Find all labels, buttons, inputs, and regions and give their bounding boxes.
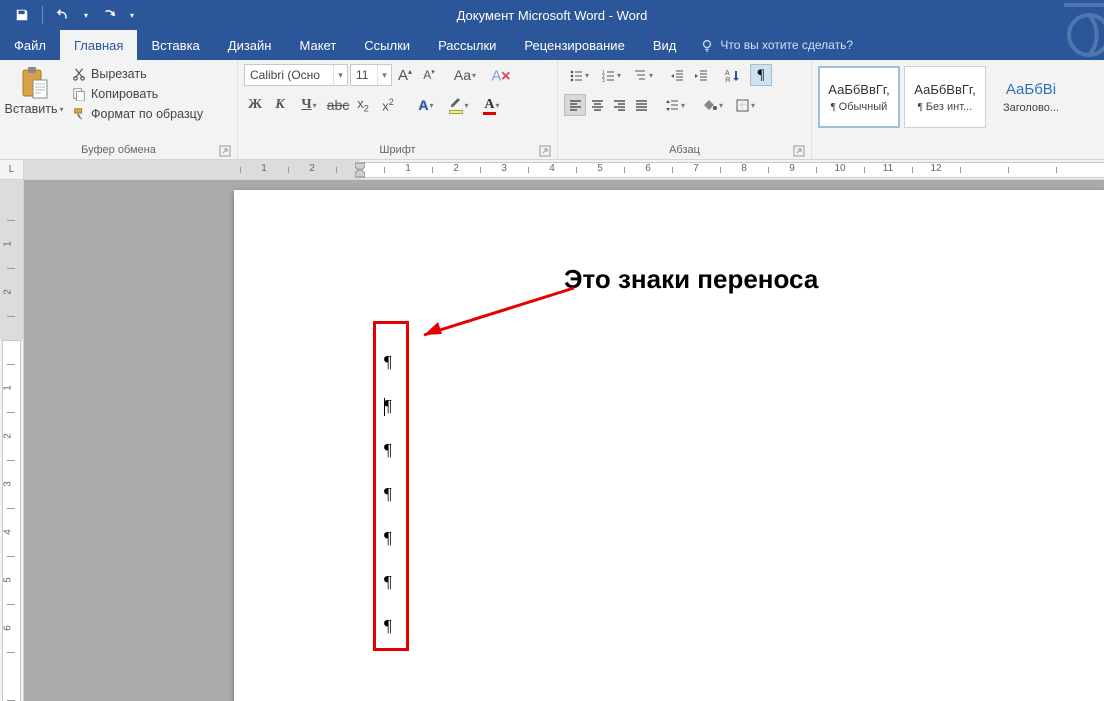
undo-history-dropdown[interactable]: ▾ [79, 2, 93, 28]
ribbon: Вставить▾ Вырезать Копировать Формат по … [0, 60, 1104, 160]
group-font: Calibri (Осно▾ 11▾ A▴ A▾ Aa▾ A Ж К Ч▾ ab… [238, 60, 558, 159]
align-left-button[interactable] [564, 94, 586, 116]
font-size-combo[interactable]: 11▾ [350, 64, 392, 86]
multilevel-list-button[interactable]: ▾ [628, 64, 658, 86]
format-painter-button[interactable]: Формат по образцу [66, 104, 209, 124]
style-preview: АаБбВі [1006, 81, 1056, 98]
window-title: Документ Microsoft Word - Word [457, 8, 648, 23]
tab-file[interactable]: Файл [0, 30, 60, 60]
align-right-button[interactable] [608, 94, 630, 116]
qat-customize-dropdown[interactable]: ▾ [125, 2, 139, 28]
ribbon-tabs: Файл Главная Вставка Дизайн Макет Ссылки… [0, 30, 1104, 60]
font-name-combo[interactable]: Calibri (Осно▾ [244, 64, 348, 86]
tab-review[interactable]: Рецензирование [510, 30, 638, 60]
quick-access-toolbar: ▾ ▾ [0, 2, 139, 28]
group-paragraph-label: Абзац [669, 144, 700, 156]
superscript-button[interactable]: x2 [377, 94, 399, 116]
format-painter-label: Формат по образцу [91, 107, 203, 121]
tab-insert[interactable]: Вставка [137, 30, 213, 60]
tab-mailings[interactable]: Рассылки [424, 30, 510, 60]
group-clipboard-label: Буфер обмена [81, 144, 156, 156]
style-preview: АаБбВвГг, [828, 82, 889, 97]
tell-me-search[interactable]: Что вы хотите сделать? [700, 30, 853, 60]
line-spacing-button[interactable]: ▾ [660, 94, 690, 116]
cut-label: Вырезать [91, 67, 147, 81]
decrease-indent-button[interactable] [666, 64, 688, 86]
cut-button[interactable]: Вырезать [66, 64, 209, 84]
sort-button[interactable]: AЯ [720, 64, 742, 86]
text-effects-button[interactable]: A▾ [411, 94, 441, 116]
shrink-font-button[interactable]: A▾ [418, 64, 440, 86]
svg-text:Я: Я [725, 77, 730, 83]
justify-button[interactable] [630, 94, 652, 116]
workspace: L 21123456789101112 21123456 ¶¶¶¶¶¶¶ Это… [0, 160, 1104, 701]
group-font-label: Шрифт [379, 144, 415, 156]
strikethrough-button[interactable]: abc [327, 94, 349, 116]
style-name: Без инт... [926, 101, 972, 113]
clear-formatting-button[interactable]: A [490, 64, 512, 86]
italic-button[interactable]: К [269, 94, 291, 116]
style-preview: АаБбВвГг, [914, 82, 975, 97]
copy-button[interactable]: Копировать [66, 84, 209, 104]
vertical-ruler[interactable]: 21123456 [0, 180, 24, 701]
tab-layout[interactable]: Макет [285, 30, 350, 60]
style-name: Обычный [839, 101, 888, 113]
style-no-spacing[interactable]: АаБбВвГг, ¶Без инт... [904, 66, 986, 128]
horizontal-ruler[interactable]: 21123456789101112 [24, 160, 1104, 180]
group-paragraph: ▾ 123▾ ▾ AЯ ¶ ▾ [558, 60, 812, 159]
show-hide-marks-button[interactable]: ¶ [750, 64, 772, 86]
font-color-button[interactable]: A▾ [477, 94, 507, 116]
annotation-label: Это знаки переноса [564, 264, 818, 295]
svg-text:A: A [491, 68, 502, 85]
tab-home[interactable]: Главная [60, 30, 137, 60]
clipboard-launcher[interactable] [219, 145, 231, 157]
tab-design[interactable]: Дизайн [214, 30, 286, 60]
tab-references[interactable]: Ссылки [350, 30, 424, 60]
font-name-value: Calibri (Осно [250, 68, 320, 82]
paste-label: Вставить [5, 102, 58, 116]
copy-label: Копировать [91, 87, 158, 101]
shading-button[interactable]: ▾ [698, 94, 728, 116]
annotation-box [373, 321, 409, 651]
change-case-button[interactable]: Aa▾ [450, 64, 480, 86]
style-name: Заголово... [1003, 102, 1059, 114]
highlight-color-button[interactable]: ▾ [444, 94, 474, 116]
annotation-arrow [404, 280, 594, 350]
tab-view[interactable]: Вид [639, 30, 691, 60]
document-area[interactable]: ¶¶¶¶¶¶¶ Это знаки переноса [24, 180, 1104, 701]
subscript-button[interactable]: x2 [352, 94, 374, 116]
numbering-button[interactable]: 123▾ [596, 64, 626, 86]
tell-me-placeholder: Что вы хотите сделать? [720, 38, 853, 52]
svg-text:A: A [725, 70, 730, 77]
qat-separator [42, 6, 43, 24]
title-bar: ▾ ▾ Документ Microsoft Word - Word [0, 0, 1104, 30]
paragraph-launcher[interactable] [793, 145, 805, 157]
align-center-button[interactable] [586, 94, 608, 116]
paste-button[interactable]: Вставить▾ [6, 64, 62, 116]
borders-button[interactable]: ▾ [730, 94, 760, 116]
decorative-swirl [1034, 0, 1104, 80]
bullets-button[interactable]: ▾ [564, 64, 594, 86]
redo-button[interactable] [95, 2, 123, 28]
style-normal[interactable]: АаБбВвГг, ¶Обычный [818, 66, 900, 128]
underline-button[interactable]: Ч▾ [294, 94, 324, 116]
svg-text:3: 3 [602, 78, 605, 83]
group-clipboard: Вставить▾ Вырезать Копировать Формат по … [0, 60, 238, 159]
undo-button[interactable] [49, 2, 77, 28]
grow-font-button[interactable]: A▴ [394, 64, 416, 86]
increase-indent-button[interactable] [690, 64, 712, 86]
font-launcher[interactable] [539, 145, 551, 157]
save-button[interactable] [8, 2, 36, 28]
font-size-value: 11 [356, 68, 368, 82]
ruler-corner[interactable]: L [0, 160, 24, 180]
bold-button[interactable]: Ж [244, 94, 266, 116]
